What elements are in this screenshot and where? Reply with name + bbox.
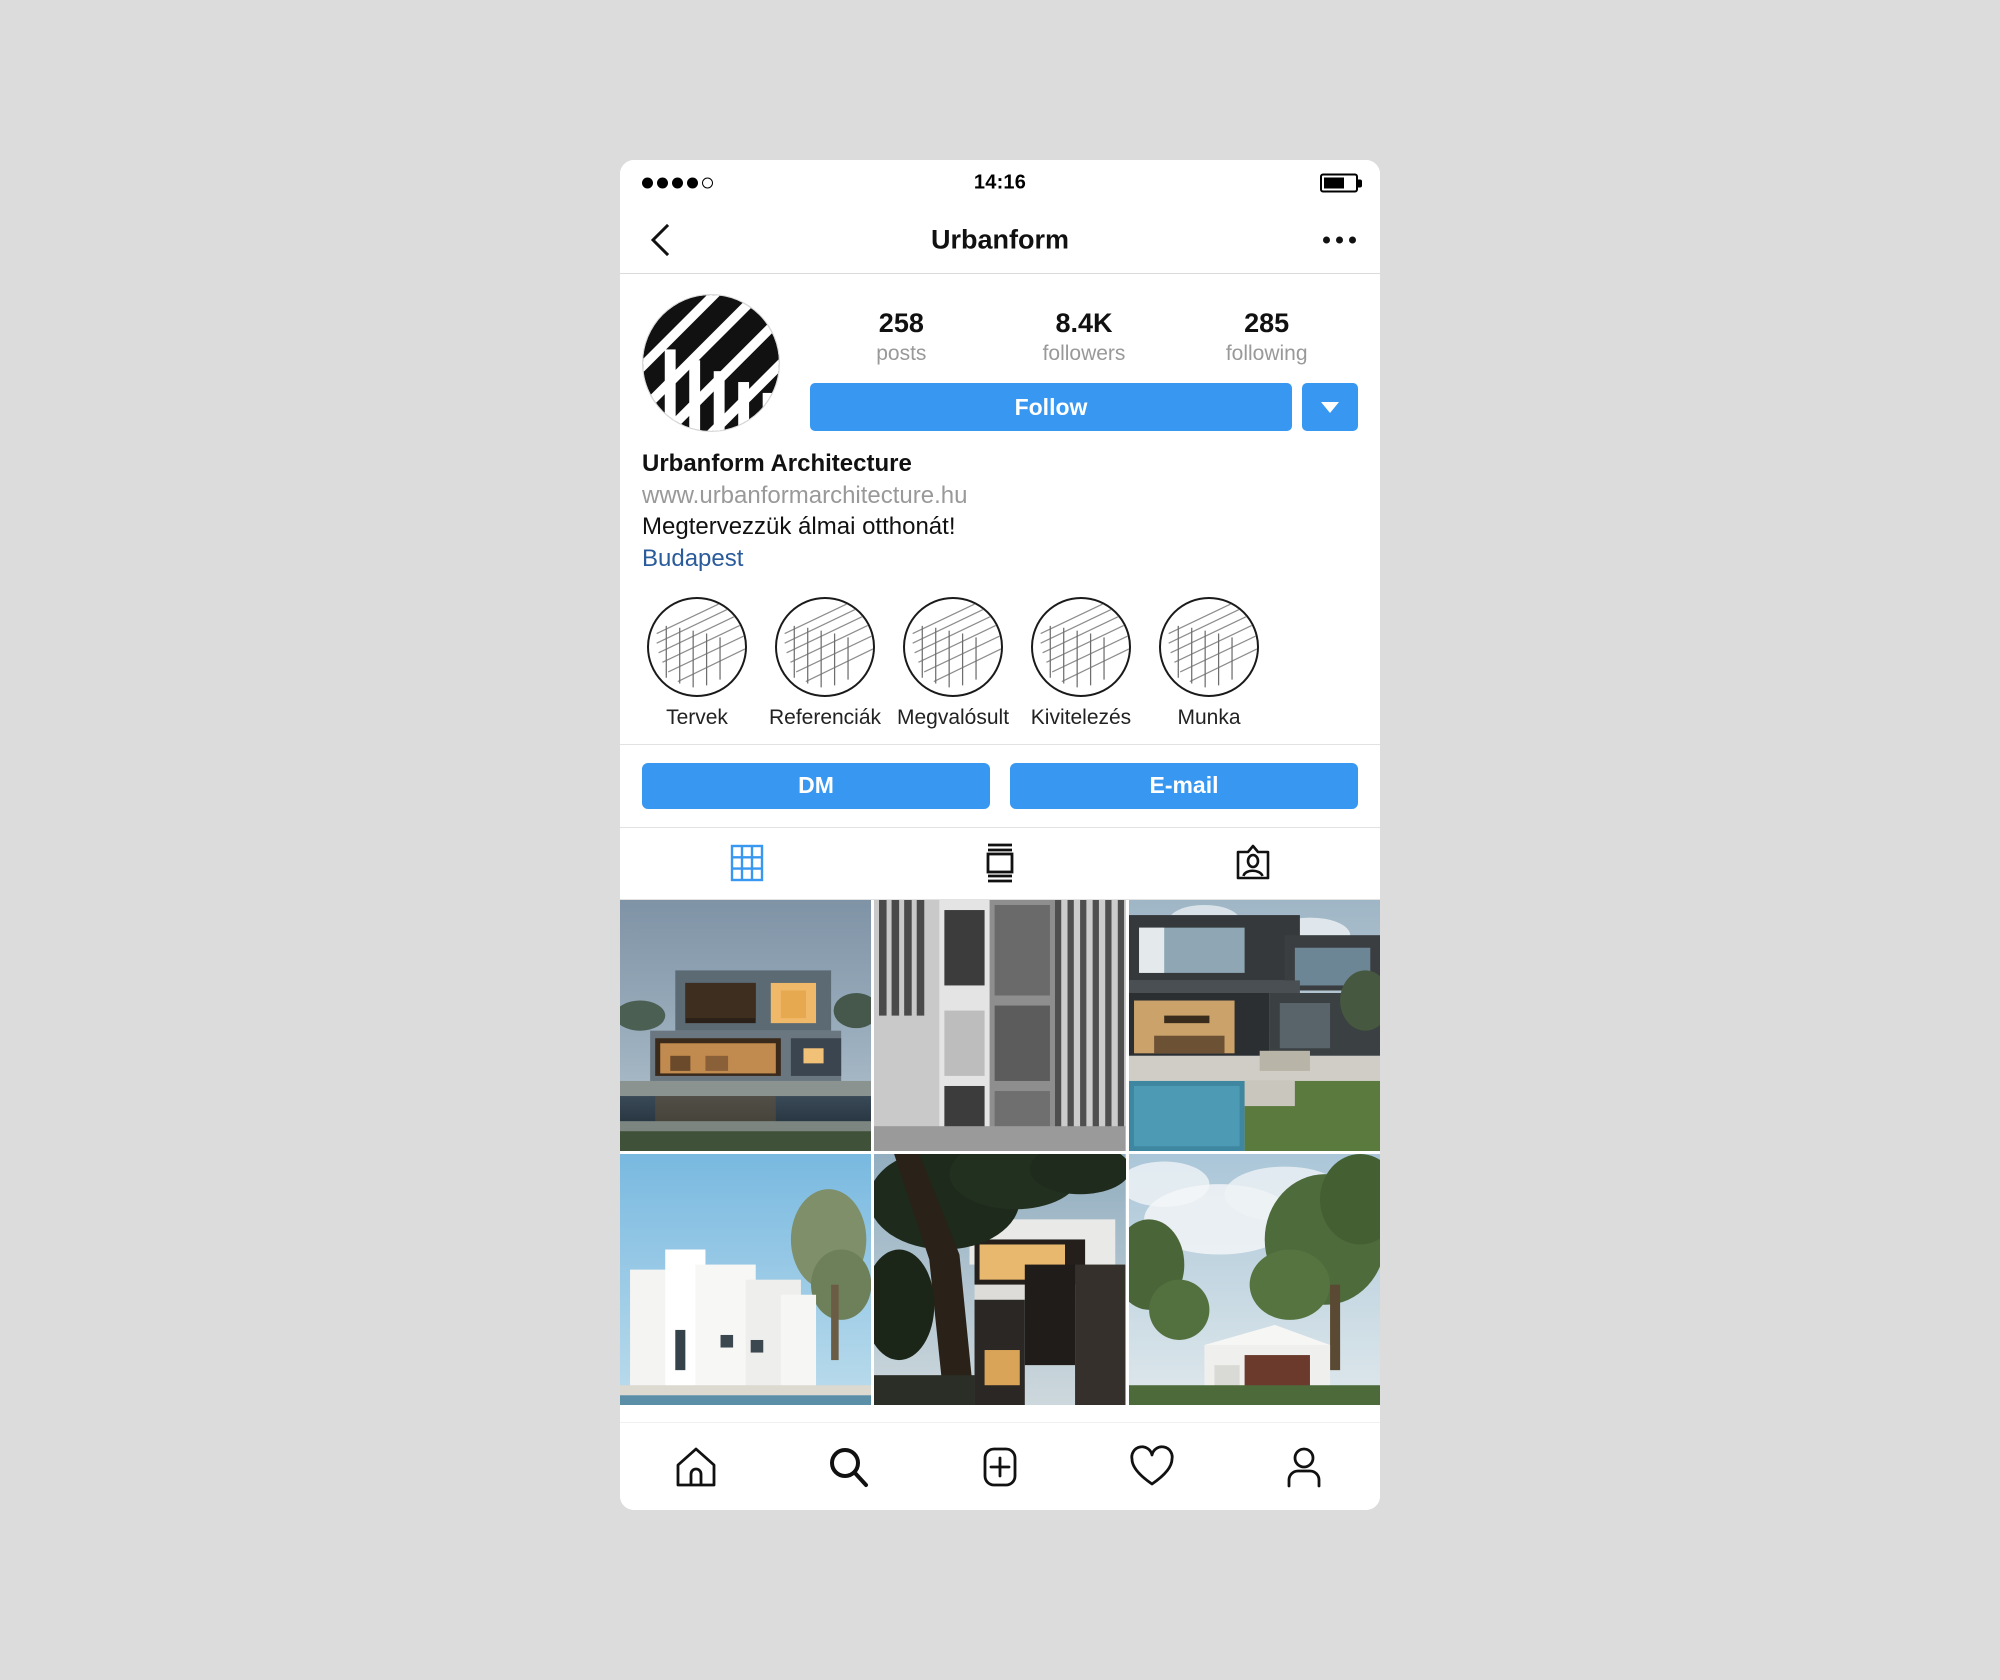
contact-actions: DM E-mail (620, 745, 1380, 828)
dm-button[interactable]: DM (642, 762, 990, 809)
profile-details: 258 posts 8.4K followers 285 following F… (782, 292, 1358, 432)
avatar[interactable] (642, 294, 780, 432)
cloudy-tree-house (1128, 1154, 1380, 1406)
tab-list-view[interactable] (873, 828, 1126, 899)
home-icon (676, 1447, 716, 1486)
more-options-button[interactable] (1323, 236, 1356, 243)
dark-villa-pool (1128, 899, 1380, 1152)
highlight-megvalosult[interactable]: Megvalósult (896, 596, 1010, 730)
highlight-kivitelezes[interactable]: Kivitelezés (1026, 596, 1136, 730)
highlight-munka[interactable]: Munka (1154, 596, 1264, 730)
highlight-cover (1159, 596, 1259, 697)
grid-photo[interactable] (1128, 1154, 1380, 1406)
profile-actions: Follow (810, 383, 1358, 432)
urbanform-logo-avatar (643, 295, 779, 431)
bio-description: Megtervezzük álmai otthonát! (642, 513, 956, 541)
view-tabs (620, 828, 1380, 900)
tagged-person-icon (1237, 844, 1270, 880)
highlight-cover (903, 596, 1003, 697)
stat-value: 285 (1244, 308, 1290, 338)
highlight-cover (775, 596, 875, 697)
stat-label: following (1225, 342, 1308, 366)
story-highlights[interactable]: Tervek Referenciák Megvalósult Kivitelez… (620, 575, 1380, 745)
stat-following[interactable]: 285 following (1175, 308, 1358, 367)
highlight-referenciak[interactable]: Referenciák (768, 596, 882, 730)
nav-home-button[interactable] (620, 1441, 772, 1493)
feed-list-icon (986, 843, 1014, 883)
grid-photo[interactable] (874, 1154, 1126, 1406)
highlight-label: Munka (1177, 705, 1241, 729)
bio-display-name: Urbanform Architecture (642, 450, 912, 477)
status-time: 14:16 (973, 171, 1027, 194)
bio-website-link[interactable]: www.urbanformarchitecture.hu (642, 480, 1358, 512)
white-house-pine (620, 1154, 872, 1406)
page-title: Urbanform (930, 224, 1069, 254)
stat-posts[interactable]: 258 posts (810, 308, 993, 367)
bio-location-link[interactable]: Budapest (642, 543, 1358, 575)
tab-grid-view[interactable] (620, 828, 873, 899)
highlight-label: Referenciák (768, 705, 882, 729)
grid-icon (730, 844, 763, 882)
profile-scroll-area: 258 posts 8.4K followers 285 following F… (620, 274, 1380, 1422)
nav-header: Urbanform (620, 206, 1380, 274)
phone-frame: 14:16 Urbanform 258 posts 8.4K followers… (620, 160, 1380, 1510)
highlight-label: Tervek (666, 705, 728, 729)
nav-search-button[interactable] (772, 1441, 924, 1493)
highlight-tervek[interactable]: Tervek (642, 596, 752, 730)
chevron-down-icon (1321, 401, 1339, 413)
nav-profile-button[interactable] (1228, 1441, 1380, 1493)
gray-facade (874, 899, 1126, 1152)
highlight-cover (647, 596, 747, 697)
screenshot-stage: 14:16 Urbanform 258 posts 8.4K followers… (0, 0, 2000, 1680)
plus-square-icon (983, 1447, 1017, 1486)
architecture-sketch-icon (912, 598, 1001, 688)
profile-header: 258 posts 8.4K followers 285 following F… (620, 274, 1380, 432)
bottom-nav-bar (620, 1422, 1380, 1510)
architecture-sketch-icon (656, 598, 745, 688)
architecture-sketch-icon (784, 598, 873, 688)
tab-tagged-view[interactable] (1127, 828, 1380, 899)
more-dot (1323, 236, 1330, 243)
nav-activity-button[interactable] (1076, 1441, 1228, 1493)
bio-block: Urbanform Architecture www.urbanformarch… (620, 432, 1380, 575)
more-dot (1349, 236, 1356, 243)
stat-value: 258 (878, 308, 924, 338)
stat-label: posts (876, 342, 927, 366)
grid-photo[interactable] (620, 1154, 872, 1406)
follow-button[interactable]: Follow (810, 383, 1292, 432)
highlight-label: Megvalósult (896, 705, 1010, 729)
stat-value: 8.4K (1055, 308, 1113, 338)
email-button[interactable]: E-mail (1010, 762, 1358, 809)
photo-grid (620, 899, 1380, 1422)
dusk-pool-house (620, 899, 872, 1152)
battery-icon (1320, 173, 1358, 193)
highlight-label: Kivitelezés (1030, 705, 1132, 729)
stat-followers[interactable]: 8.4K followers (993, 308, 1176, 367)
highlight-cover (1031, 596, 1131, 697)
more-dot (1336, 236, 1343, 243)
battery-fill (1324, 177, 1344, 189)
profile-stats: 258 posts 8.4K followers 285 following (810, 292, 1358, 367)
follow-options-button[interactable] (1302, 383, 1358, 432)
avatar-container[interactable] (642, 292, 782, 432)
grid-photo[interactable] (1128, 899, 1380, 1152)
tree-dusk-house (874, 1154, 1126, 1406)
heart-icon (1130, 1444, 1174, 1485)
search-icon (830, 1447, 868, 1487)
grid-photo[interactable] (620, 899, 872, 1152)
stat-label: followers (1042, 342, 1126, 366)
nav-add-post-button[interactable] (924, 1441, 1076, 1493)
architecture-sketch-icon (1168, 598, 1257, 688)
status-bar: 14:16 (620, 160, 1380, 206)
person-icon (1287, 1447, 1321, 1487)
architecture-sketch-icon (1040, 598, 1129, 688)
grid-photo[interactable] (874, 899, 1126, 1152)
